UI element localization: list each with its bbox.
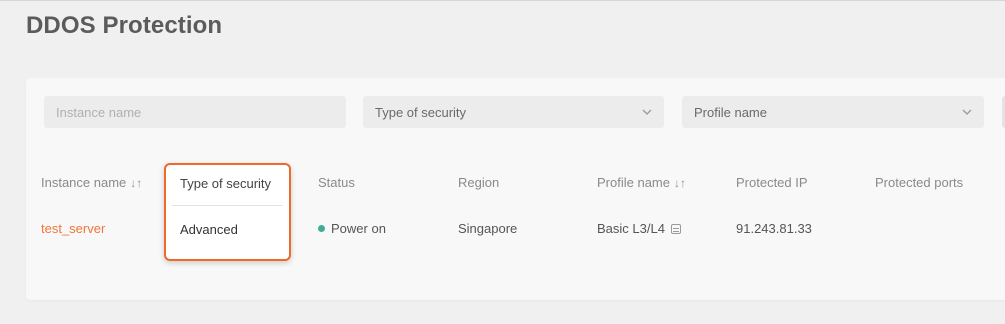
- security-type-cell: Advanced: [180, 222, 238, 237]
- column-status: Status: [318, 175, 355, 190]
- column-instance-name-label: Instance name: [41, 175, 127, 190]
- filter-bar: Instance name Type of security Profile n…: [44, 96, 1005, 128]
- security-type-select[interactable]: Type of security: [363, 96, 664, 128]
- status-dot-icon: [318, 225, 325, 232]
- column-region: Region: [458, 175, 500, 190]
- profile-name-select[interactable]: Profile name: [682, 96, 984, 128]
- details-icon[interactable]: [670, 224, 681, 234]
- sort-icon[interactable]: ↓↑: [674, 176, 686, 190]
- sort-icon[interactable]: ↓↑: [130, 176, 142, 190]
- security-type-column-highlight: Type of security Advanced: [164, 163, 291, 261]
- column-profile-name[interactable]: Profile name ↓↑: [597, 172, 686, 194]
- column-instance-name[interactable]: Instance name ↓↑: [41, 172, 142, 194]
- column-protected-ip: Protected IP: [736, 175, 808, 190]
- instance-link[interactable]: test_server: [41, 218, 105, 240]
- table-row: test_server Power on Singapore Basic L3/…: [0, 218, 1005, 240]
- instance-name-filter-input[interactable]: Instance name: [44, 96, 346, 128]
- protected-ip-cell: 91.243.81.33: [736, 221, 812, 236]
- page: DDOS Protection Instance name Type of se…: [0, 0, 1005, 324]
- page-title: DDOS Protection: [26, 12, 223, 39]
- top-divider: [0, 0, 1005, 1]
- security-type-select-label: Type of security: [375, 104, 467, 120]
- table-header: Instance name ↓↑ Status Region Profile na…: [0, 172, 1005, 194]
- status-cell: Power on: [318, 218, 386, 240]
- region-cell: Singapore: [458, 221, 518, 236]
- profile-label: Basic L3/L4: [597, 221, 665, 236]
- row-divider: [172, 205, 283, 206]
- profile-cell: Basic L3/L4: [597, 218, 681, 240]
- status-label: Power on: [331, 221, 386, 236]
- instance-name-placeholder: Instance name: [56, 104, 142, 120]
- chevron-down-icon: [962, 109, 972, 115]
- column-type-of-security: Type of security: [180, 176, 272, 191]
- chevron-down-icon: [642, 109, 652, 115]
- column-protected-ports: Protected ports: [875, 175, 964, 190]
- profile-name-select-label: Profile name: [694, 104, 767, 120]
- column-profile-name-label: Profile name: [597, 175, 670, 190]
